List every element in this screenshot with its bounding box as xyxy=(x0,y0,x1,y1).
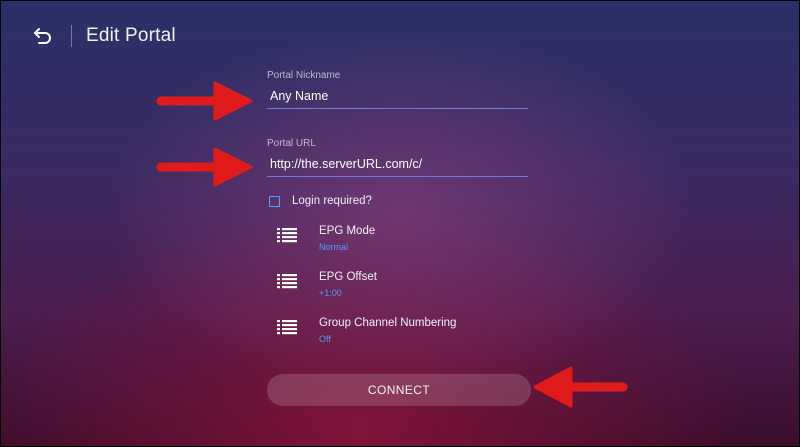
setting-value: +1:00 xyxy=(319,288,342,298)
setting-epg-mode[interactable]: EPG Mode Normal xyxy=(277,225,375,252)
setting-value: Off xyxy=(319,334,331,344)
nickname-input[interactable] xyxy=(267,89,528,109)
setting-group-channel-numbering-text: Group Channel Numbering Off xyxy=(319,317,456,344)
edit-portal-screen: Edit Portal Portal Nickname Portal URL L… xyxy=(0,0,800,447)
login-required-checkbox-row[interactable]: Login required? xyxy=(269,195,372,207)
list-icon xyxy=(277,320,297,335)
list-icon xyxy=(277,228,297,243)
url-field: Portal URL xyxy=(267,138,528,177)
login-required-checkbox[interactable] xyxy=(269,195,280,207)
setting-title: EPG Offset xyxy=(319,271,377,283)
url-label: Portal URL xyxy=(267,138,316,149)
list-icon xyxy=(277,274,297,289)
setting-group-channel-numbering[interactable]: Group Channel Numbering Off xyxy=(277,317,456,344)
setting-epg-offset-text: EPG Offset +1:00 xyxy=(319,271,377,298)
url-input[interactable] xyxy=(267,157,528,177)
setting-value: Normal xyxy=(319,242,349,252)
back-button[interactable] xyxy=(31,24,55,48)
annotation-arrow-left-icon xyxy=(533,366,628,408)
annotation-arrow-right-icon xyxy=(156,147,253,187)
setting-title: Group Channel Numbering xyxy=(319,317,457,329)
setting-epg-mode-text: EPG Mode Normal xyxy=(319,225,375,252)
header-divider xyxy=(71,25,72,47)
setting-epg-offset[interactable]: EPG Offset +1:00 xyxy=(277,271,377,298)
back-arrow-icon xyxy=(34,28,51,44)
connect-button[interactable]: CONNECT xyxy=(267,374,531,406)
login-required-label: Login required? xyxy=(292,195,372,207)
header: Edit Portal xyxy=(31,23,176,49)
nickname-label: Portal Nickname xyxy=(267,70,341,81)
page-title: Edit Portal xyxy=(86,25,176,46)
nickname-field: Portal Nickname xyxy=(267,70,528,109)
setting-title: EPG Mode xyxy=(319,225,376,237)
annotation-arrow-right-icon xyxy=(156,81,253,121)
